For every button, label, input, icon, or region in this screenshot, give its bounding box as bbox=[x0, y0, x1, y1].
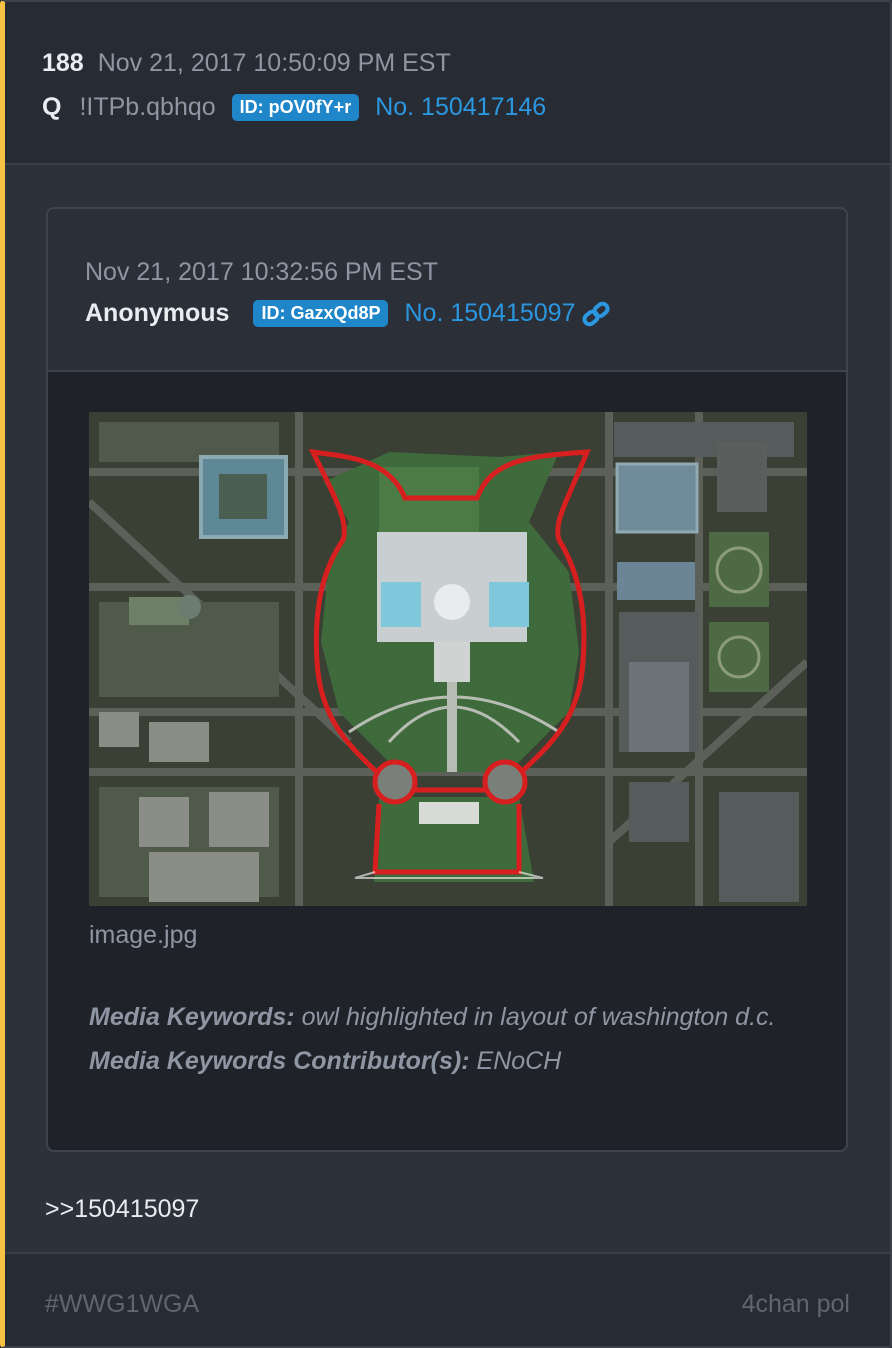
post-author-row: Q !ITPb.qbhqo ID: pOV0fY+r No. 150417146 bbox=[42, 93, 546, 122]
board-source: 4chan pol bbox=[741, 1290, 850, 1318]
media-contributors-label: Media Keywords Contributor(s): bbox=[89, 1047, 470, 1075]
post-meta-row: 188 Nov 21, 2017 10:50:09 PM EST bbox=[42, 49, 451, 78]
post-footer: #WWG1WGA 4chan pol bbox=[5, 1252, 890, 1346]
media-keywords-value: owl highlighted in layout of washington … bbox=[301, 1003, 776, 1031]
post-number-link[interactable]: No. 150417146 bbox=[375, 93, 546, 122]
post-number: 188 bbox=[42, 49, 84, 77]
media-keywords: Media Keywords: owl highlighted in layou… bbox=[89, 995, 809, 1083]
hashtag: #WWG1WGA bbox=[45, 1290, 200, 1318]
quoted-number-link[interactable]: No. 150415097 bbox=[404, 299, 575, 328]
quoted-post: Nov 21, 2017 10:32:56 PM EST Anonymous I… bbox=[46, 207, 848, 1152]
aerial-map-image bbox=[89, 412, 807, 906]
post-header: 188 Nov 21, 2017 10:50:09 PM EST Q !ITPb.… bbox=[5, 2, 890, 165]
reply-link[interactable]: >>150415097 bbox=[45, 1195, 199, 1224]
post-timestamp: Nov 21, 2017 10:50:09 PM EST bbox=[97, 49, 451, 77]
quoted-timestamp: Nov 21, 2017 10:32:56 PM EST bbox=[85, 258, 438, 286]
quoted-id-badge[interactable]: ID: GazxQd8P bbox=[253, 300, 389, 327]
quoted-post-header: Nov 21, 2017 10:32:56 PM EST Anonymous I… bbox=[48, 209, 846, 372]
post-card: 188 Nov 21, 2017 10:50:09 PM EST Q !ITPb.… bbox=[0, 0, 892, 1348]
post-id-badge[interactable]: ID: pOV0fY+r bbox=[231, 94, 360, 121]
media-keywords-label: Media Keywords: bbox=[89, 1003, 295, 1031]
post-tripcode: !ITPb.qbhqo bbox=[79, 93, 216, 121]
quoted-author-row: Anonymous ID: GazxQd8P No. 150415097 bbox=[85, 299, 611, 328]
media-contributors-value: ENoCH bbox=[476, 1047, 562, 1075]
chain-link-icon[interactable] bbox=[581, 301, 611, 327]
image-filename[interactable]: image.jpg bbox=[89, 921, 197, 950]
post-author: Q bbox=[42, 93, 62, 121]
post-image[interactable] bbox=[89, 412, 807, 906]
quoted-author: Anonymous bbox=[85, 299, 230, 327]
